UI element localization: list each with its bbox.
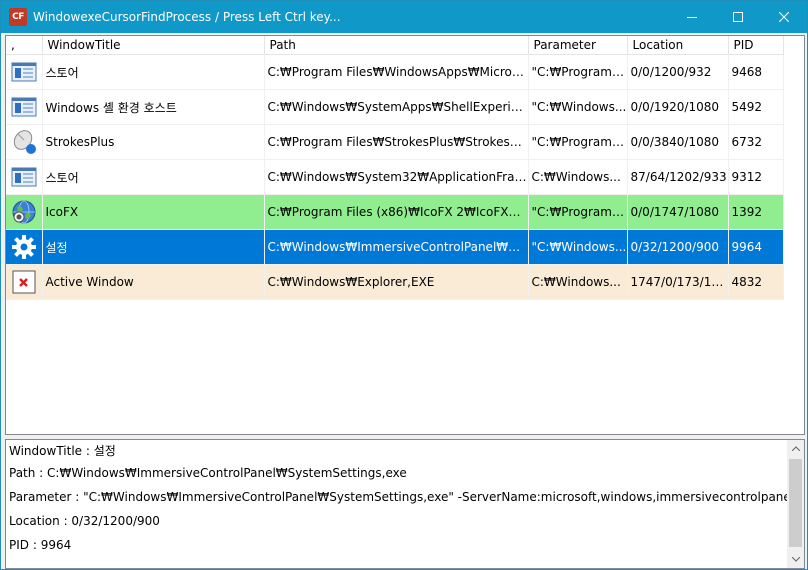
- cell-pid: 4832: [728, 264, 784, 300]
- maximize-button[interactable]: [715, 1, 761, 33]
- app-window: CF WindowexeCursorFindProcess / Press Le…: [0, 0, 808, 570]
- row-icon-cell: [6, 194, 43, 230]
- detail-textbox[interactable]: WindowTitle : 설정 Path : C:₩Windows₩Immer…: [5, 439, 805, 569]
- cell-pid: 9312: [728, 159, 784, 195]
- row-icon-cell: [6, 54, 43, 90]
- cell-parameter: C:₩Windows...: [528, 159, 628, 195]
- scroll-thumb[interactable]: [789, 459, 802, 547]
- cell-windowtitle: IcoFX: [42, 194, 265, 230]
- cell-location: 0/0/1920/1080: [627, 89, 729, 125]
- cell-path: C:₩Windows₩SystemApps₩ShellExperie...: [264, 89, 529, 125]
- cell-path: C:₩Windows₩System32₩ApplicationFram...: [264, 159, 529, 195]
- detail-scrollbar[interactable]: [787, 440, 804, 568]
- detail-location: Location : 0/32/1200/900: [9, 514, 160, 528]
- maximize-icon: [733, 12, 743, 22]
- header-row: , WindowTitle Path Parameter Location PI…: [6, 36, 784, 55]
- table-row[interactable]: 설정 C:₩Windows₩ImmersiveControlPanel₩Sy...…: [6, 229, 784, 265]
- row-icon-cell: [6, 264, 43, 300]
- column-header-icon[interactable]: ,: [6, 36, 43, 55]
- icofx-globe-icon: [11, 200, 37, 224]
- title-bar[interactable]: CF WindowexeCursorFindProcess / Press Le…: [1, 1, 807, 33]
- cell-pid: 5492: [728, 89, 784, 125]
- detail-parameter: Parameter : "C:₩Windows₩ImmersiveControl…: [9, 490, 795, 504]
- shell-host-icon: [11, 97, 37, 117]
- store-icon: [11, 62, 37, 82]
- store-icon: [11, 167, 37, 187]
- cell-parameter: "C:₩Program ...: [528, 194, 628, 230]
- cell-windowtitle: StrokesPlus: [42, 124, 265, 160]
- table-row[interactable]: IcoFX C:₩Program Files (x86)₩IcoFX 2₩IcoF…: [6, 194, 784, 230]
- settings-gear-icon: [11, 235, 37, 259]
- cell-windowtitle: 스토어: [42, 54, 265, 90]
- scroll-up-button[interactable]: [787, 440, 804, 457]
- cell-path: C:₩Windows₩Explorer,EXE: [264, 264, 529, 300]
- table-row[interactable]: Windows 셸 환경 호스트 C:₩Windows₩SystemApps₩Sh…: [6, 89, 784, 125]
- app-logo-icon: CF: [9, 8, 27, 26]
- row-icon-cell: [6, 89, 43, 125]
- window-title: WindowexeCursorFindProcess / Press Left …: [33, 10, 341, 24]
- column-header-windowtitle[interactable]: WindowTitle: [42, 36, 265, 55]
- cell-path: C:₩Program Files (x86)₩IcoFX 2₩IcoFX2,..…: [264, 194, 529, 230]
- detail-windowtitle: WindowTitle : 설정: [9, 444, 116, 458]
- cell-windowtitle: Active Window: [42, 264, 265, 300]
- cell-parameter: "C:₩Program ...: [528, 124, 628, 160]
- detail-path: Path : C:₩Windows₩ImmersiveControlPanel₩…: [9, 466, 407, 480]
- column-header-location[interactable]: Location: [627, 36, 729, 55]
- close-button[interactable]: [761, 1, 807, 33]
- cell-parameter: C:₩Windows...: [528, 264, 628, 300]
- detail-pid: PID : 9964: [9, 538, 72, 552]
- table-row[interactable]: 스토어 C:₩Windows₩System32₩ApplicationFram..…: [6, 159, 784, 195]
- process-list[interactable]: , WindowTitle Path Parameter Location PI…: [5, 35, 805, 435]
- table-row[interactable]: Active Window C:₩Windows₩Explorer,EXE C:₩W…: [6, 264, 784, 300]
- chevron-up-icon: [791, 446, 800, 451]
- cell-path: C:₩Program Files₩WindowsApps₩Micros...: [264, 54, 529, 90]
- cell-pid: 9468: [728, 54, 784, 90]
- row-icon-cell: [6, 159, 43, 195]
- column-header-parameter[interactable]: Parameter: [528, 36, 628, 55]
- table-row[interactable]: 스토어 C:₩Program Files₩WindowsApps₩Micros..…: [6, 54, 784, 90]
- active-window-icon: [11, 270, 37, 294]
- cell-windowtitle: Windows 셸 환경 호스트: [42, 89, 265, 125]
- cell-location: 0/32/1200/900: [627, 229, 729, 265]
- cell-path: C:₩Windows₩ImmersiveControlPanel₩Sy...: [264, 229, 529, 265]
- cell-windowtitle: 스토어: [42, 159, 265, 195]
- cell-location: 1747/0/173/1080: [627, 264, 729, 300]
- chevron-down-icon: [791, 557, 800, 562]
- cell-location: 87/64/1202/933: [627, 159, 729, 195]
- table-row[interactable]: StrokesPlus C:₩Program Files₩StrokesPlus₩…: [6, 124, 784, 160]
- cell-parameter: "C:₩Windows...: [528, 229, 628, 265]
- cell-location: 0/0/3840/1080: [627, 124, 729, 160]
- column-header-path[interactable]: Path: [264, 36, 529, 55]
- cell-path: C:₩Program Files₩StrokesPlus₩StrokesPl..…: [264, 124, 529, 160]
- cell-parameter: "C:₩Program ...: [528, 54, 628, 90]
- scroll-down-button[interactable]: [787, 551, 804, 568]
- minimize-icon: [687, 17, 697, 18]
- cell-pid: 6732: [728, 124, 784, 160]
- cell-windowtitle: 설정: [42, 229, 265, 265]
- cell-pid: 9964: [728, 229, 784, 265]
- cell-parameter: "C:₩Windows...: [528, 89, 628, 125]
- close-icon: [779, 12, 789, 22]
- strokesplus-mouse-icon: [11, 130, 37, 154]
- cell-pid: 1392: [728, 194, 784, 230]
- row-icon-cell: [6, 124, 43, 160]
- row-icon-cell: [6, 229, 43, 265]
- process-table: , WindowTitle Path Parameter Location PI…: [6, 36, 784, 300]
- minimize-button[interactable]: [669, 1, 715, 33]
- column-header-pid[interactable]: PID: [728, 36, 784, 55]
- cell-location: 0/0/1747/1080: [627, 194, 729, 230]
- cell-location: 0/0/1200/932: [627, 54, 729, 90]
